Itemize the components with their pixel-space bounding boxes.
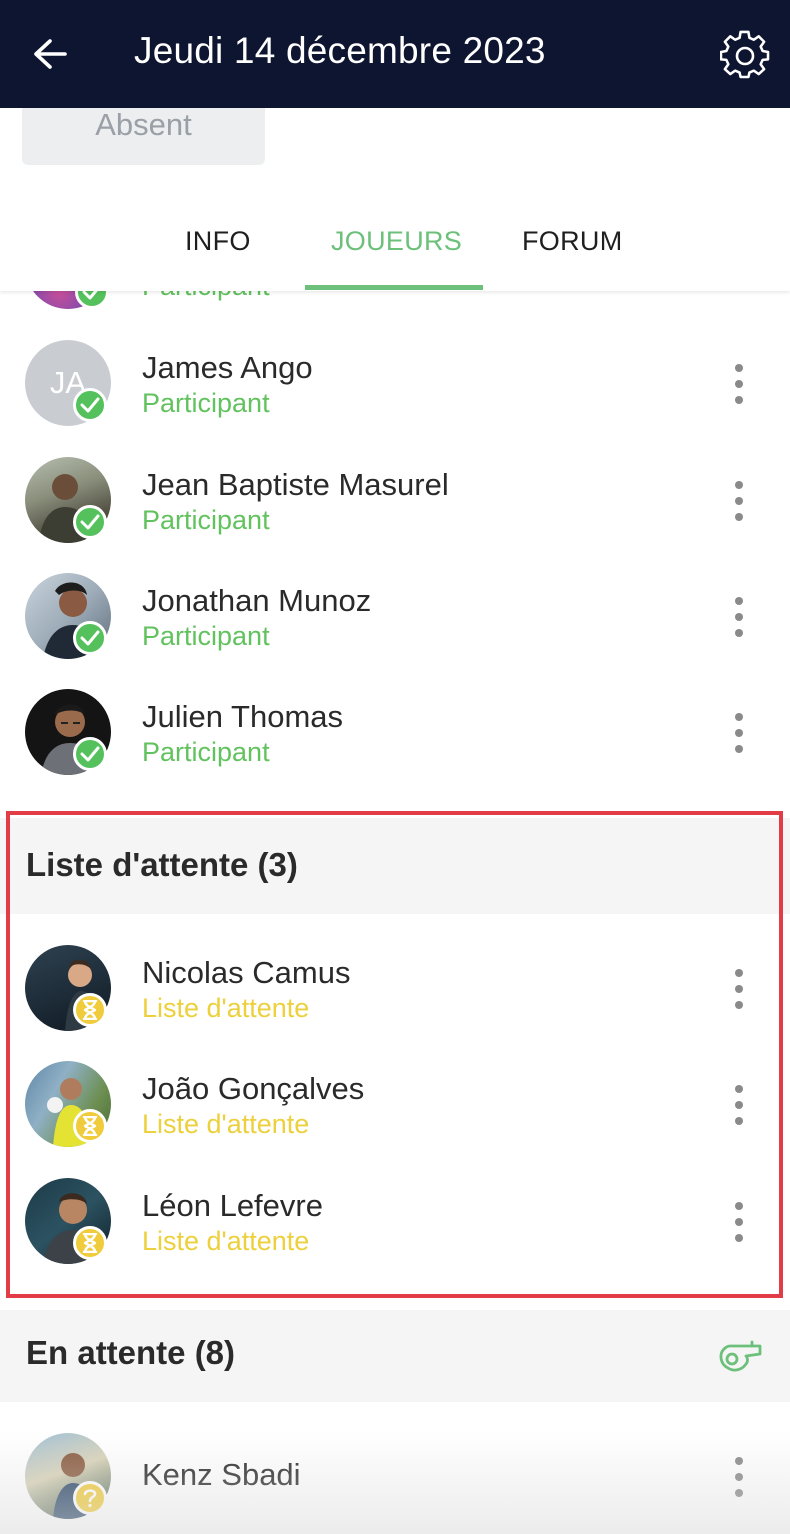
- back-button[interactable]: [22, 28, 78, 80]
- whistle-button[interactable]: [712, 1334, 766, 1376]
- player-name: Léon Lefevre: [142, 1188, 323, 1223]
- player-name: Kenz Sbadi: [142, 1457, 301, 1492]
- settings-button[interactable]: [716, 26, 774, 84]
- player-row-julien-thomas[interactable]: Julien Thomas Participant: [0, 689, 790, 805]
- absent-button-label: Absent: [95, 107, 192, 142]
- player-row-joao-goncalves[interactable]: João Gonçalves Liste d'attente: [0, 1061, 790, 1177]
- tab-joueurs[interactable]: JOUEURS: [331, 226, 462, 257]
- player-name: Jonathan Munoz: [142, 583, 372, 618]
- player-status: Participant: [142, 388, 270, 418]
- player-row-jean-baptiste-masurel[interactable]: Jean Baptiste Masurel Participant: [0, 457, 790, 573]
- participant-check-icon: [73, 737, 107, 771]
- hourglass-icon: [73, 1226, 107, 1260]
- more-options-button[interactable]: [726, 713, 752, 753]
- player-row-kenz-sbadi[interactable]: Kenz Sbadi: [0, 1433, 790, 1534]
- player-status: Participant: [142, 737, 270, 767]
- hourglass-icon: [73, 1109, 107, 1143]
- whistle-icon: [719, 1340, 762, 1372]
- tab-bar: INFO JOUEURS FORUM: [0, 196, 790, 291]
- active-tab-indicator: [305, 285, 483, 290]
- gear-icon: [720, 30, 770, 79]
- page-title: Jeudi 14 décembre 2023: [134, 30, 546, 71]
- question-icon: [73, 1481, 107, 1515]
- player-name: Julien Thomas: [142, 699, 344, 734]
- tab-info[interactable]: INFO: [185, 226, 251, 257]
- participant-check-icon: [73, 388, 107, 422]
- more-options-button[interactable]: [726, 1202, 752, 1242]
- tab-forum[interactable]: FORUM: [522, 226, 622, 257]
- more-options-button[interactable]: [726, 364, 752, 404]
- player-name: Jean Baptiste Masurel: [142, 467, 449, 502]
- player-row-jonathan-munoz[interactable]: Jonathan Munoz Participant: [0, 573, 790, 689]
- more-options-button[interactable]: [726, 481, 752, 521]
- player-status: Liste d'attente: [142, 1109, 310, 1139]
- player-status: Liste d'attente: [142, 1226, 310, 1256]
- pending-section-header: En attente (8): [0, 1310, 790, 1402]
- player-row-nicolas-camus[interactable]: Nicolas Camus Liste d'attente: [0, 945, 790, 1061]
- participant-check-icon: [73, 505, 107, 539]
- waitlist-section-header: Liste d'attente (3): [0, 818, 790, 914]
- pending-section-title: En attente (8): [26, 1334, 236, 1371]
- top-bar: Jeudi 14 décembre 2023: [0, 0, 790, 108]
- player-status: Participant: [142, 621, 270, 651]
- player-name: João Gonçalves: [142, 1071, 365, 1106]
- player-name: Nicolas Camus: [142, 955, 351, 990]
- waitlist-section-title: Liste d'attente (3): [26, 846, 298, 883]
- more-options-button[interactable]: [726, 1085, 752, 1125]
- player-status: Liste d'attente: [142, 993, 310, 1023]
- player-name: James Ango: [142, 350, 313, 385]
- player-status: Participant: [142, 505, 270, 535]
- more-options-button[interactable]: [726, 597, 752, 637]
- more-options-button[interactable]: [726, 969, 752, 1009]
- absent-button[interactable]: Absent: [22, 107, 265, 165]
- player-row-james-ango[interactable]: JA James Ango Participant: [0, 340, 790, 456]
- more-options-button[interactable]: [726, 1457, 752, 1497]
- arrow-left-icon: [34, 39, 67, 69]
- hourglass-icon: [73, 993, 107, 1027]
- player-row-leon-lefevre[interactable]: Léon Lefevre Liste d'attente: [0, 1178, 790, 1294]
- participant-check-icon: [73, 621, 107, 655]
